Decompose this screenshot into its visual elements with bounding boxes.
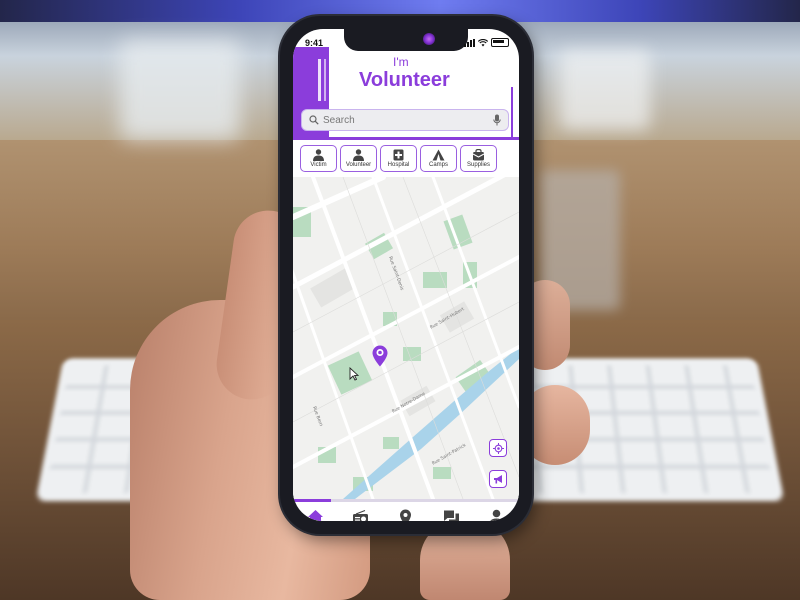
status-icons	[464, 38, 509, 47]
nav-home[interactable]	[304, 506, 328, 521]
supplies-bag-icon	[472, 149, 485, 161]
category-hospital-button[interactable]: Hospital	[380, 145, 417, 172]
map-view[interactable]: Rue Saint-Denis Rue Saint-Hubert Rue Ber…	[293, 177, 519, 499]
locate-icon	[492, 442, 504, 454]
status-time: 9:41	[305, 38, 324, 48]
background-blur-light	[120, 40, 240, 140]
category-label: Camps	[428, 162, 448, 168]
chat-icon	[443, 510, 459, 521]
category-victim-button[interactable]: Victim	[300, 145, 337, 172]
broadcast-alert-button[interactable]	[489, 470, 507, 488]
signal-icon	[464, 38, 475, 47]
home-icon	[308, 509, 324, 521]
smartphone: 9:41 I'm Volunteer Search Victim Volunte…	[280, 16, 532, 534]
mouse-cursor-icon	[349, 367, 359, 381]
nav-active-indicator	[293, 499, 331, 502]
category-filters: Victim Volunteer Hospital Camps Supplies	[300, 145, 497, 172]
person-icon	[353, 149, 364, 161]
search-icon	[309, 115, 319, 125]
category-label: Victim	[310, 162, 327, 168]
locate-me-button[interactable]	[489, 439, 507, 457]
person-icon	[313, 149, 324, 161]
nav-chat[interactable]	[439, 506, 463, 521]
map-pin-icon	[400, 509, 412, 521]
search-input[interactable]	[323, 114, 483, 126]
megaphone-icon	[493, 474, 502, 483]
header-prefix: I'm	[393, 55, 409, 69]
search-bar[interactable]	[301, 109, 509, 131]
category-volunteer-button[interactable]: Volunteer	[340, 145, 377, 172]
map-tiles: Rue Saint-Denis Rue Saint-Hubert Rue Ber…	[293, 177, 519, 499]
wifi-icon	[478, 38, 488, 46]
category-label: Volunteer	[345, 162, 372, 168]
radio-icon	[353, 509, 369, 521]
nav-profile[interactable]	[484, 506, 508, 521]
header-accent-line	[511, 87, 513, 137]
nav-indicator-track	[331, 499, 519, 502]
nav-radio[interactable]	[349, 506, 373, 521]
nav-location[interactable]	[394, 506, 418, 521]
phone-notch	[344, 29, 468, 51]
microphone-icon[interactable]	[493, 114, 501, 126]
hospital-cross-icon	[393, 149, 404, 161]
category-label: Supplies	[466, 162, 490, 168]
background-blur-light	[560, 50, 650, 130]
profile-icon	[489, 509, 503, 521]
category-label: Hospital	[387, 162, 410, 168]
category-supplies-button[interactable]: Supplies	[460, 145, 497, 172]
phone-screen: 9:41 I'm Volunteer Search Victim Volunte…	[293, 29, 519, 521]
front-camera	[423, 33, 435, 45]
battery-icon	[491, 38, 509, 47]
bottom-navigation	[293, 503, 519, 521]
header-divider	[293, 137, 519, 140]
tent-icon	[432, 149, 445, 161]
role-title[interactable]: Volunteer	[359, 69, 450, 92]
category-camps-button[interactable]: Camps	[420, 145, 457, 172]
volunteer-location-marker[interactable]	[371, 345, 389, 367]
